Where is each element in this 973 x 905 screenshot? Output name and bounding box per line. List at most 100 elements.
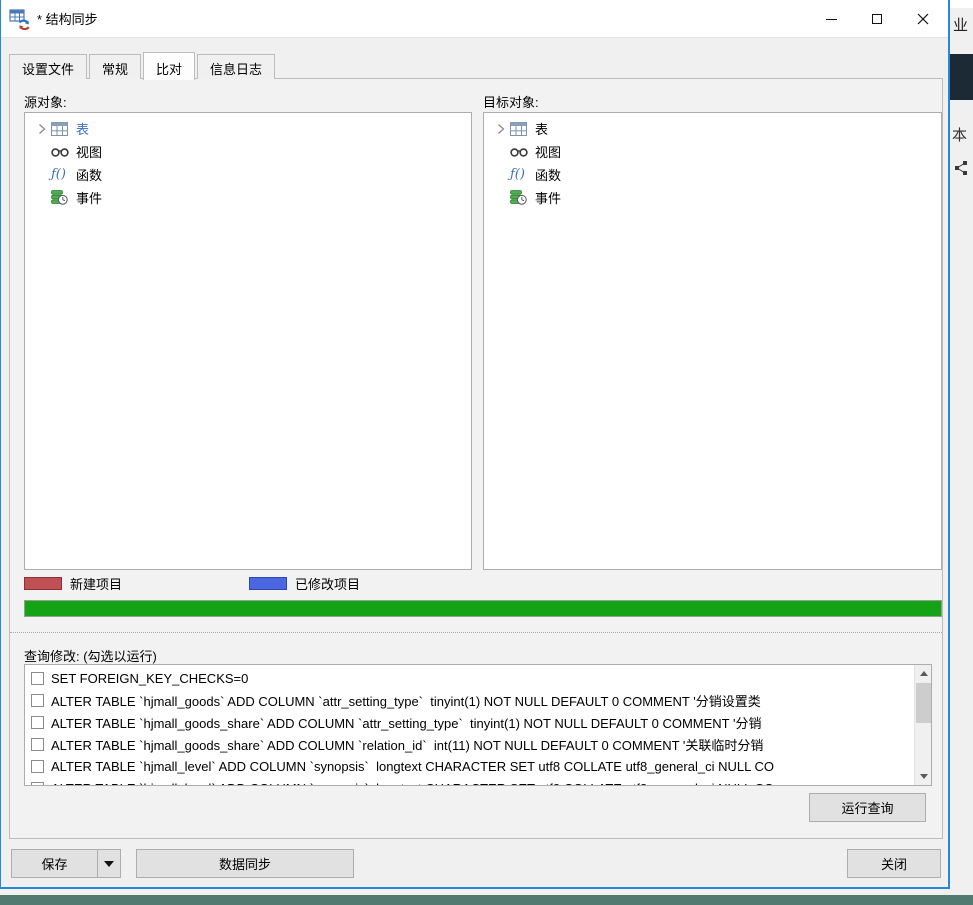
table-icon	[510, 121, 532, 137]
sql-statement: ALTER TABLE `hjmall_goods_share` ADD COL…	[51, 735, 763, 754]
maximize-button[interactable]	[854, 0, 900, 38]
sql-statement: ALTER TABLE `hjmall_level` ADD COLUMN `s…	[51, 781, 774, 787]
structure-sync-icon	[9, 8, 31, 30]
tree-item-table[interactable]: 表	[484, 117, 941, 140]
save-dropdown-button[interactable]	[97, 850, 120, 877]
tree-item-view[interactable]: 视图	[25, 140, 471, 163]
function-icon: ƒ()	[51, 167, 73, 183]
sql-row[interactable]: ALTER TABLE `hjmall_goods_share` ADD COL…	[29, 733, 911, 755]
sql-row[interactable]: ALTER TABLE `hjmall_goods` ADD COLUMN `a…	[29, 689, 911, 711]
scroll-up-icon	[920, 671, 928, 676]
tree-item-table[interactable]: 表	[25, 117, 471, 140]
tab-settings-file[interactable]: 设置文件	[9, 54, 87, 79]
scroll-up-button[interactable]	[915, 665, 932, 682]
view-icon	[510, 144, 532, 160]
run-query-button[interactable]: 运行查询	[809, 793, 926, 822]
tree-item-event[interactable]: 事件	[484, 186, 941, 209]
minimize-icon	[826, 19, 837, 20]
tree-item-label: 视图	[535, 142, 561, 161]
tab-compare[interactable]: 比对	[143, 52, 195, 80]
sql-statement: ALTER TABLE `hjmall_level` ADD COLUMN `s…	[51, 759, 774, 774]
chevron-spacer	[492, 145, 510, 159]
sql-row[interactable]: ALTER TABLE `hjmall_level` ADD COLUMN `s…	[29, 755, 911, 777]
query-list[interactable]: SET FOREIGN_KEY_CHECKS=0 ALTER TABLE `hj…	[24, 664, 932, 786]
event-icon	[51, 190, 73, 206]
structure-sync-dialog: * 结构同步 设置文件 常规 比对 信息日志 源对象: 目标对象:	[0, 0, 950, 889]
event-icon	[510, 190, 532, 206]
close-dialog-button[interactable]: 关闭	[847, 849, 941, 878]
background-dark-block	[950, 54, 973, 100]
new-item-label: 新建项目	[70, 574, 122, 593]
tab-bar: 设置文件 常规 比对 信息日志	[9, 51, 277, 79]
tree-item-label: 表	[76, 119, 89, 138]
splitter-line[interactable]	[10, 632, 942, 633]
new-item-swatch	[24, 577, 62, 590]
scroll-down-icon	[920, 774, 928, 779]
sql-checkbox[interactable]	[31, 694, 44, 707]
share-icon	[954, 160, 968, 178]
tree-item-function[interactable]: ƒ() 函数	[484, 163, 941, 186]
background-bottom-strip	[0, 889, 973, 905]
sql-row[interactable]: SET FOREIGN_KEY_CHECKS=0	[29, 667, 911, 689]
query-modifications-label: 查询修改: (勾选以运行)	[24, 646, 157, 665]
tree-item-label: 表	[535, 119, 548, 138]
modified-item-label: 已修改项目	[295, 574, 360, 593]
target-object-tree[interactable]: 表 视图 ƒ() 函数	[483, 112, 942, 570]
tree-item-label: 函数	[76, 165, 102, 184]
table-icon	[51, 121, 73, 137]
sql-statement: SET FOREIGN_KEY_CHECKS=0	[51, 671, 248, 686]
tree-item-label: 视图	[76, 142, 102, 161]
sql-checkbox[interactable]	[31, 782, 44, 787]
background-text-top: 业	[953, 14, 968, 35]
chevron-spacer	[492, 168, 510, 182]
sql-statement: ALTER TABLE `hjmall_goods` ADD COLUMN `a…	[51, 691, 761, 710]
tree-item-label: 函数	[535, 165, 561, 184]
minimize-button[interactable]	[808, 0, 854, 38]
background-statusbar	[0, 895, 973, 905]
tab-info-log[interactable]: 信息日志	[197, 54, 275, 79]
tree-item-label: 事件	[535, 188, 561, 207]
chevron-spacer	[33, 191, 51, 205]
chevron-spacer	[33, 168, 51, 182]
progress-bar	[24, 600, 942, 617]
data-sync-button[interactable]: 数据同步	[136, 849, 354, 878]
background-white-band	[950, 0, 973, 8]
tab-general[interactable]: 常规	[89, 54, 141, 79]
save-button[interactable]: 保存	[11, 849, 121, 878]
window-title: * 结构同步	[37, 9, 98, 28]
sql-checkbox[interactable]	[31, 672, 44, 685]
chevron-right-icon[interactable]	[33, 122, 51, 136]
titlebar[interactable]: * 结构同步	[1, 0, 948, 38]
tree-item-event[interactable]: 事件	[25, 186, 471, 209]
vertical-scrollbar[interactable]	[914, 665, 931, 785]
tree-item-function[interactable]: ƒ() 函数	[25, 163, 471, 186]
sql-checkbox[interactable]	[31, 716, 44, 729]
sql-statement: ALTER TABLE `hjmall_goods_share` ADD COL…	[51, 713, 761, 732]
view-icon	[51, 144, 73, 160]
close-button[interactable]	[900, 0, 946, 38]
chevron-spacer	[492, 191, 510, 205]
tree-item-label: 事件	[76, 188, 102, 207]
modified-item-swatch	[249, 577, 287, 590]
close-icon	[917, 13, 929, 25]
save-button-label[interactable]: 保存	[12, 850, 97, 877]
partial-sql-row[interactable]: ALTER TABLE `hjmall_level` ADD COLUMN `s…	[29, 777, 911, 786]
target-objects-label: 目标对象:	[483, 92, 539, 111]
chevron-right-icon[interactable]	[492, 122, 510, 136]
sql-checkbox[interactable]	[31, 760, 44, 773]
sql-row[interactable]: ALTER TABLE `hjmall_goods_share` ADD COL…	[29, 711, 911, 733]
background-app-strip: 业 本	[950, 0, 973, 905]
dropdown-arrow-icon	[104, 861, 114, 867]
chevron-spacer	[33, 145, 51, 159]
function-icon: ƒ()	[510, 167, 532, 183]
scrollbar-thumb[interactable]	[916, 683, 931, 723]
scroll-down-button[interactable]	[915, 768, 932, 785]
compare-tab-page: 源对象: 目标对象: 表	[9, 78, 943, 839]
tree-item-view[interactable]: 视图	[484, 140, 941, 163]
source-object-tree[interactable]: 表 视图 ƒ() 函数	[24, 112, 472, 570]
sql-checkbox[interactable]	[31, 738, 44, 751]
window-controls	[808, 0, 946, 38]
legend: 新建项目 已修改项目	[24, 575, 360, 591]
source-objects-label: 源对象:	[24, 92, 67, 111]
background-text-mid: 本	[952, 124, 967, 145]
